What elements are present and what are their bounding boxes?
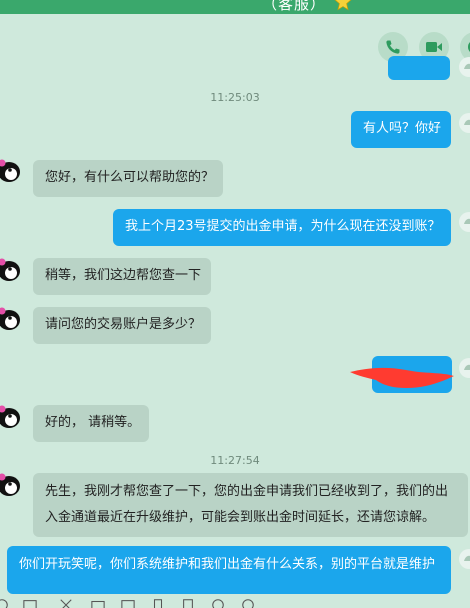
folder-icon[interactable] xyxy=(90,598,106,608)
message-bubble-incoming: 好的， 请稍等。 xyxy=(33,405,149,442)
gif-icon[interactable] xyxy=(22,598,38,608)
user-avatar xyxy=(459,212,470,232)
user-avatar xyxy=(459,549,470,569)
user-avatar xyxy=(459,113,470,133)
star-icon xyxy=(334,0,352,11)
message-bubble-incoming: 稍等，我们这边帮您查一下 xyxy=(33,258,211,295)
timestamp: 11:25:03 xyxy=(210,91,260,104)
chat-header: （客服） xyxy=(0,0,470,14)
agent-avatar xyxy=(0,405,20,428)
more-options-icon[interactable] xyxy=(240,598,256,608)
message-bubble-incoming: 您好，有什么可以帮助您的？ xyxy=(33,160,223,197)
redaction-scribble xyxy=(350,367,454,388)
emoji-icon[interactable] xyxy=(0,598,10,608)
red-packet-icon[interactable] xyxy=(180,598,196,608)
message-bubble-incoming: 先生，我刚才帮您查了一下，您的出金申请我们已经收到了，我们的出入金通道最近在升级… xyxy=(33,473,468,537)
agent-avatar xyxy=(0,473,20,496)
agent-avatar xyxy=(0,258,20,281)
voice-icon[interactable] xyxy=(210,598,226,608)
user-avatar xyxy=(459,358,470,378)
image-icon[interactable] xyxy=(120,598,136,608)
message-bubble-partial xyxy=(388,56,450,80)
message-bubble-incoming: 请问您的交易账户是多少？ xyxy=(33,307,211,344)
phone-icon xyxy=(386,40,400,54)
message-bubble-outgoing: 你们开玩笑呢，你们系统维护和我们出金有什么关系，别的平台就是维护 xyxy=(7,546,451,594)
scissors-icon[interactable] xyxy=(58,598,74,608)
agent-avatar xyxy=(0,159,20,182)
user-avatar xyxy=(459,57,470,77)
input-toolbar xyxy=(0,594,470,608)
message-bubble-outgoing: 我上个月23号提交的出金申请，为什么现在还没到账？ xyxy=(113,209,451,246)
agent-avatar xyxy=(0,307,20,330)
timestamp: 11:27:54 xyxy=(210,454,260,467)
chat-title: （客服） xyxy=(262,0,327,13)
video-icon xyxy=(426,42,442,52)
message-bubble-outgoing: 有人吗？你好 xyxy=(351,111,451,148)
shake-icon[interactable] xyxy=(150,598,166,608)
